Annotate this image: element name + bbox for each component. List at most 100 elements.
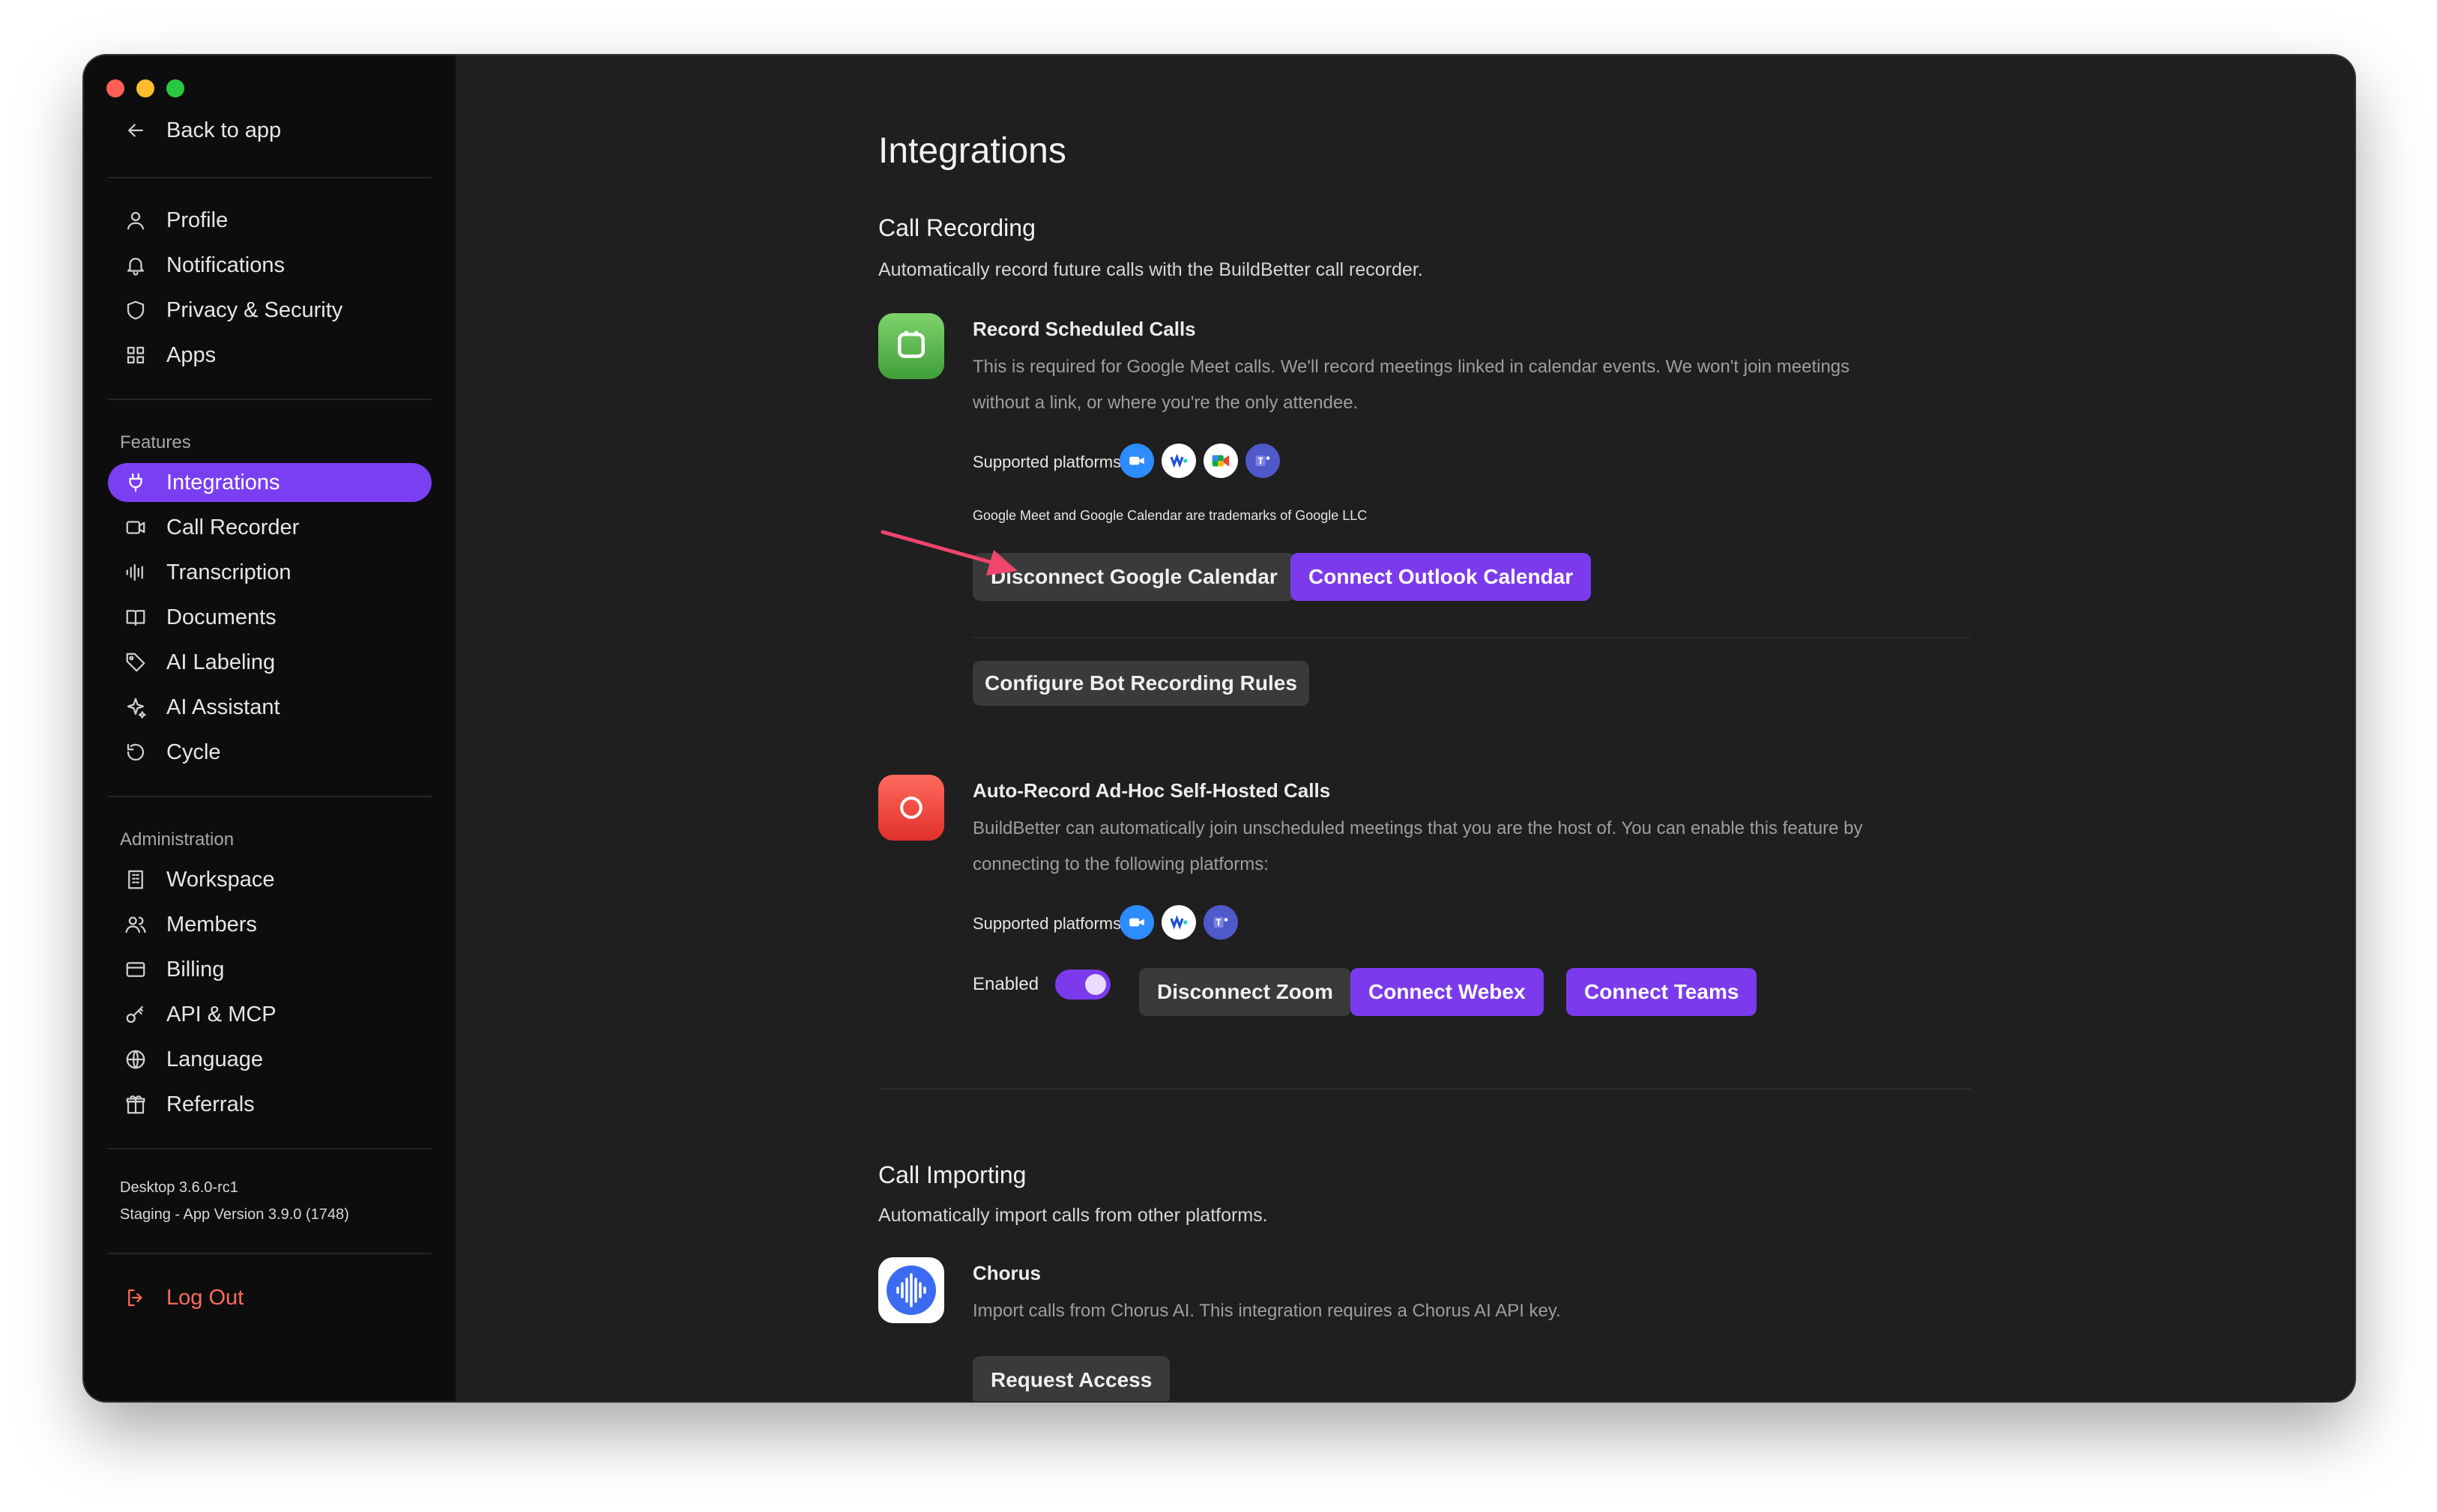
sidebar-item-label: Profile [166, 208, 229, 232]
video-icon [123, 515, 148, 540]
connect-webex-button[interactable]: Connect Webex [1350, 968, 1544, 1016]
sidebar-item-transcription[interactable]: Transcription [108, 553, 432, 592]
sidebar-item-label: Apps [166, 342, 217, 367]
main-content: Integrations Call Recording Automaticall… [456, 55, 2355, 1401]
sparkle-icon [123, 695, 148, 720]
sidebar-item-members[interactable]: Members [108, 905, 432, 944]
logout-icon [123, 1285, 148, 1310]
sidebar-item-label: Notifications [166, 252, 285, 277]
sidebar-item-apps[interactable]: Apps [108, 336, 432, 375]
sidebar-item-notifications[interactable]: Notifications [108, 246, 432, 285]
request-access-button[interactable]: Request Access [973, 1356, 1171, 1401]
user-icon [123, 208, 148, 233]
connect-teams-button[interactable]: Connect Teams [1566, 968, 1757, 1016]
version-app: Staging - App Version 3.9.0 (1748) [120, 1206, 349, 1223]
zoom-icon [1120, 905, 1154, 940]
administration-heading: Administration [120, 829, 235, 850]
sidebar-item-label: Documents [166, 605, 277, 629]
features-heading: Features [120, 432, 191, 453]
auto-record-title: Auto-Record Ad-Hoc Self-Hosted Calls [973, 779, 1331, 802]
sidebar-item-language[interactable]: Language [108, 1040, 432, 1079]
app-window: Back to app Profile Notifications Privac… [84, 55, 2355, 1401]
window-controls [106, 79, 184, 97]
call-recording-subtitle: Automatically record future calls with t… [878, 259, 1423, 280]
sidebar-item-label: Workspace [166, 867, 275, 892]
building-icon [123, 867, 148, 892]
logout-label: Log Out [166, 1285, 244, 1310]
logout-button[interactable]: Log Out [108, 1278, 432, 1317]
sidebar-item-api-mcp[interactable]: API & MCP [108, 995, 432, 1034]
back-to-app-label: Back to app [166, 118, 282, 142]
call-importing-heading: Call Importing [878, 1161, 1027, 1188]
sidebar-item-label: Call Recorder [166, 515, 300, 539]
chorus-title: Chorus [973, 1262, 1041, 1284]
sidebar-item-label: AI Assistant [166, 695, 280, 719]
shield-icon [123, 297, 148, 323]
sidebar-divider [108, 1148, 432, 1149]
enabled-label: Enabled [973, 974, 1039, 994]
configure-bot-recording-rules-button[interactable]: Configure Bot Recording Rules [973, 661, 1309, 706]
bell-icon [123, 252, 148, 278]
auto-record-toggle[interactable] [1055, 970, 1111, 1000]
call-recording-heading: Call Recording [878, 214, 1036, 241]
sidebar-divider [108, 796, 432, 797]
back-to-app-link[interactable]: Back to app [108, 111, 432, 150]
sidebar-item-billing[interactable]: Billing [108, 950, 432, 989]
webex-icon [1162, 444, 1196, 478]
globe-icon [123, 1047, 148, 1072]
sidebar-item-profile[interactable]: Profile [108, 201, 432, 240]
call-importing-subtitle: Automatically import calls from other pl… [878, 1205, 1268, 1226]
sidebar-divider [108, 399, 432, 400]
record-scheduled-desc-1: This is required for Google Meet calls. … [973, 357, 1850, 377]
zoom-window-button[interactable] [166, 79, 184, 97]
sidebar-item-ai-assistant[interactable]: AI Assistant [108, 688, 432, 727]
minimize-window-button[interactable] [136, 79, 154, 97]
page-title: Integrations [878, 131, 1066, 171]
teams-icon [1245, 444, 1280, 478]
sidebar-item-call-recorder[interactable]: Call Recorder [108, 508, 432, 547]
sidebar-item-label: Language [166, 1047, 264, 1071]
section-divider [878, 1088, 1971, 1089]
supported-platforms-label: Supported platforms: [973, 453, 1126, 471]
record-scheduled-desc-2: without a link, or where you're the only… [973, 393, 1359, 413]
key-icon [123, 1002, 148, 1027]
sidebar-item-ai-labeling[interactable]: AI Labeling [108, 643, 432, 682]
sidebar-item-label: Privacy & Security [166, 297, 343, 322]
sidebar-item-cycle[interactable]: Cycle [108, 733, 432, 772]
record-app-icon [878, 775, 944, 841]
chorus-app-icon [878, 1257, 944, 1323]
toggle-knob [1085, 974, 1106, 995]
arrow-left-icon [123, 118, 148, 143]
sidebar-item-documents[interactable]: Documents [108, 598, 432, 637]
sidebar-item-label: Billing [166, 957, 225, 982]
sidebar-item-label: Cycle [166, 740, 221, 764]
section-divider [973, 637, 1971, 638]
sidebar-item-privacy-security[interactable]: Privacy & Security [108, 291, 432, 330]
annotation-arrow-icon [881, 530, 1018, 575]
sidebar-item-label: Members [166, 912, 257, 937]
sidebar-item-referrals[interactable]: Referrals [108, 1085, 432, 1124]
disconnect-zoom-button[interactable]: Disconnect Zoom [1139, 968, 1351, 1016]
grid-icon [123, 342, 148, 368]
members-icon [123, 912, 148, 937]
waveform-icon [123, 560, 148, 585]
sidebar-item-workspace[interactable]: Workspace [108, 860, 432, 899]
card-icon [123, 957, 148, 982]
sidebar-item-integrations[interactable]: Integrations [108, 463, 432, 502]
connect-outlook-calendar-button[interactable]: Connect Outlook Calendar [1290, 553, 1592, 601]
sidebar-divider [108, 177, 432, 178]
google-meet-icon [1204, 444, 1238, 478]
sidebar-item-label: Referrals [166, 1092, 255, 1116]
record-scheduled-title: Record Scheduled Calls [973, 318, 1196, 340]
teams-icon [1204, 905, 1238, 940]
zoom-icon [1120, 444, 1154, 478]
sidebar-item-label: API & MCP [166, 1002, 277, 1026]
auto-record-desc-2: connecting to the following platforms: [973, 854, 1269, 874]
plug-icon [123, 470, 148, 495]
supported-platforms-label: Supported platforms: [973, 914, 1126, 933]
tag-icon [123, 650, 148, 675]
gift-icon [123, 1092, 148, 1117]
close-window-button[interactable] [106, 79, 124, 97]
sidebar-item-label: Transcription [166, 560, 292, 584]
auto-record-desc-1: BuildBetter can automatically join unsch… [973, 818, 1863, 838]
